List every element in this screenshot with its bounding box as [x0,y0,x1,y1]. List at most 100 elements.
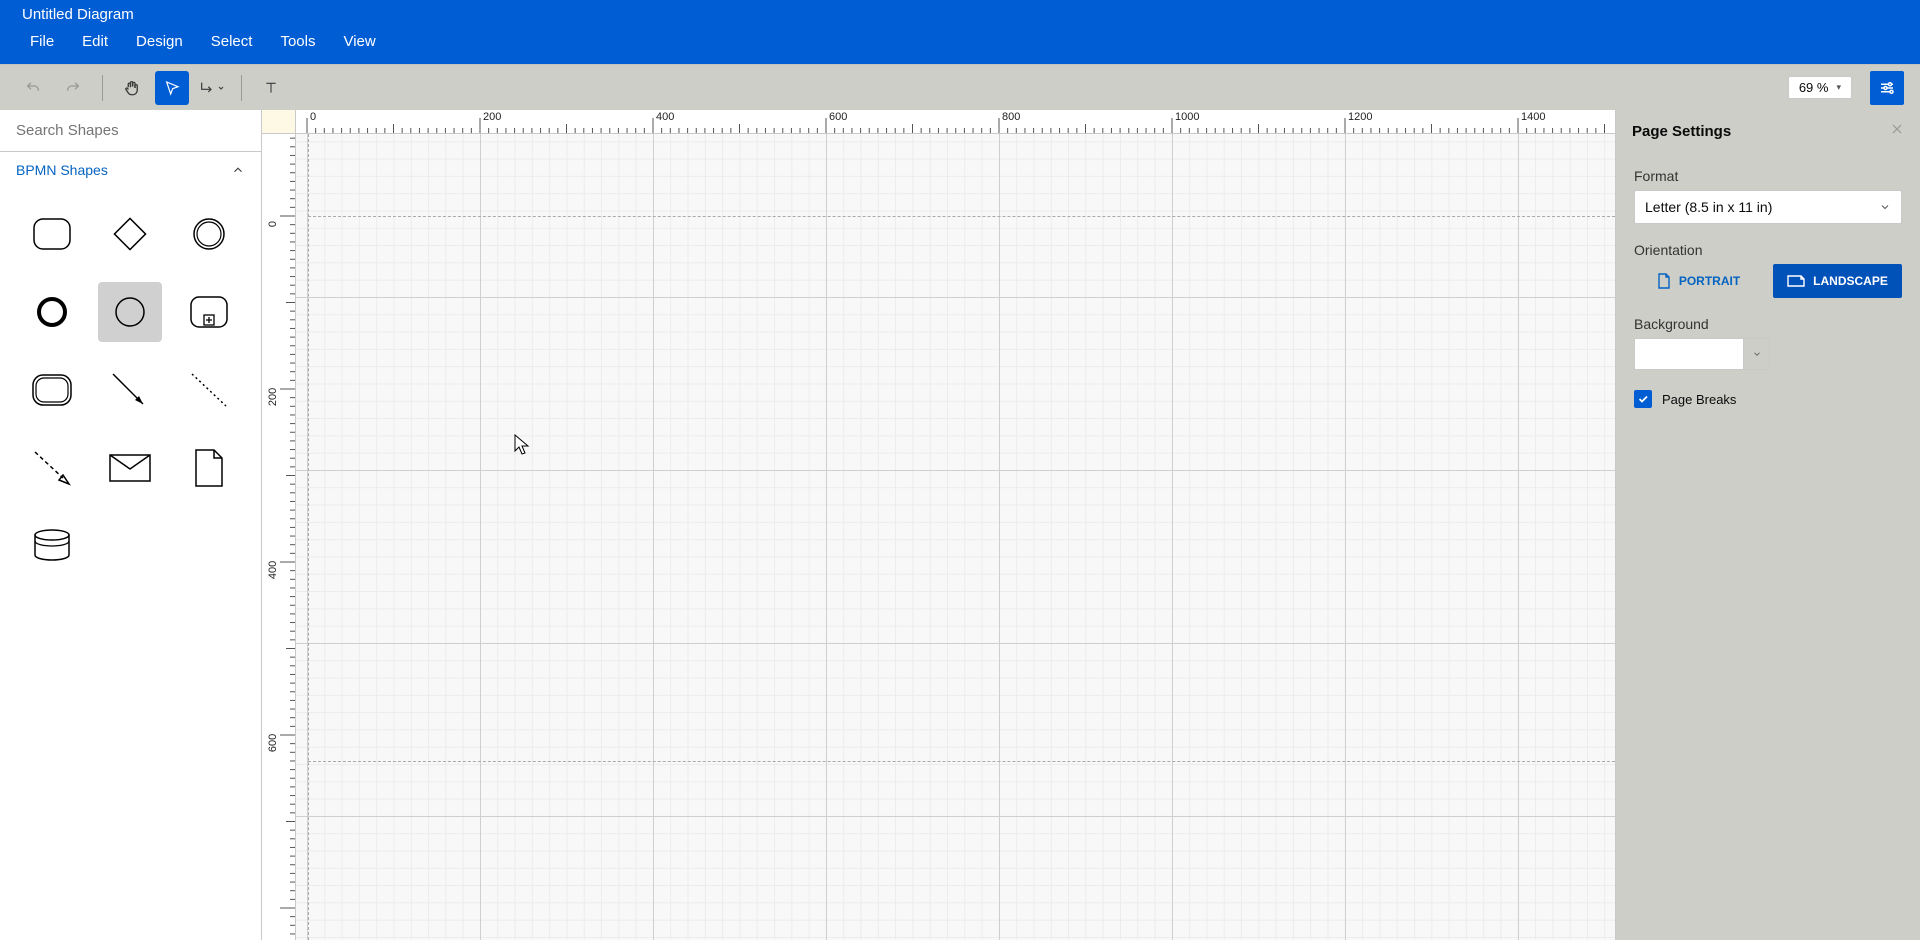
chevron-down-icon [1752,349,1762,359]
shapes-category-label: BPMN Shapes [16,162,108,178]
select-cursor-icon [164,80,180,96]
background-color-dropdown[interactable] [1744,338,1770,370]
page-settings-panel: Page Settings Format Letter (8.5 in x 11… [1616,110,1920,940]
page-break-vertical [308,134,309,940]
background-label: Background [1634,316,1902,332]
svg-text:800: 800 [1002,111,1020,123]
select-tool-button[interactable] [155,71,189,105]
pagebreaks-checkbox[interactable] [1634,390,1652,408]
shapes-sidebar: BPMN Shapes [0,110,262,940]
svg-text:200: 200 [267,388,279,406]
pagebreaks-row: Page Breaks [1634,390,1902,408]
shape-data-store[interactable] [20,516,84,576]
chevron-up-icon [231,163,245,177]
orientation-portrait-button[interactable]: PORTRAIT [1634,264,1763,298]
search-shapes-input[interactable] [0,110,261,152]
background-color-swatch[interactable] [1634,338,1744,370]
portrait-page-icon [1657,273,1671,289]
document-title[interactable]: Untitled Diagram [0,0,1920,29]
shape-gateway[interactable] [98,204,162,264]
shape-sequence-flow[interactable] [98,360,162,420]
menu-edit[interactable]: Edit [74,29,116,54]
background-section: Background [1634,316,1902,370]
undo-button[interactable] [16,71,50,105]
shape-message[interactable] [98,438,162,498]
svg-text:1000: 1000 [1175,111,1199,123]
orientation-landscape-label: LANDSCAPE [1813,274,1888,288]
page-break-horizontal [308,216,1615,217]
format-section: Format Letter (8.5 in x 11 in) [1634,168,1902,224]
undo-icon [25,80,41,96]
pan-tool-button[interactable] [115,71,149,105]
shape-end-event[interactable] [20,282,84,342]
panel-title: Page Settings [1632,123,1731,140]
header: Untitled Diagram File Edit Design Select… [0,0,1920,64]
orientation-landscape-button[interactable]: LANDSCAPE [1773,264,1902,298]
body: BPMN Shapes 0 200 400 600 800 1000 1200 1400 0 2… [0,110,1920,940]
svg-text:600: 600 [267,734,279,752]
toolbar: 69 % ▾ [0,64,1920,110]
canvas-grid [296,134,1615,940]
menu-tools[interactable]: Tools [272,29,323,54]
format-label: Format [1634,168,1902,184]
chevron-down-icon [217,84,225,92]
mouse-cursor-icon [514,434,530,456]
close-icon [1890,122,1904,136]
close-panel-button[interactable] [1890,122,1904,140]
shape-task[interactable] [20,204,84,264]
shape-data-object[interactable] [177,438,241,498]
zoom-level-value: 69 % [1799,80,1829,95]
sliders-icon [1878,79,1896,97]
shape-start-event[interactable] [98,282,162,342]
shape-intermediate-event[interactable] [177,204,241,264]
menu-select[interactable]: Select [203,29,261,54]
hand-icon [123,79,141,97]
svg-text:0: 0 [310,111,316,123]
svg-text:400: 400 [656,111,674,123]
shape-palette [0,188,261,592]
format-value: Letter (8.5 in x 11 in) [1645,199,1772,215]
panel-body: Format Letter (8.5 in x 11 in) Orientati… [1616,152,1920,424]
zoom-level-select[interactable]: 69 % ▾ [1788,76,1852,99]
landscape-page-icon [1787,274,1805,288]
connector-tool-button[interactable] [195,71,229,105]
toggle-right-panel-button[interactable] [1870,71,1904,105]
chevron-down-icon: ▾ [1836,82,1841,93]
panel-header: Page Settings [1616,110,1920,152]
redo-icon [65,80,81,96]
orientation-label: Orientation [1634,242,1902,258]
orientation-section: Orientation PORTRAIT LANDSCAPE [1634,242,1902,298]
menu-bar: File Edit Design Select Tools View [0,29,1920,64]
separator [241,75,242,101]
svg-text:0: 0 [267,221,279,227]
separator [102,75,103,101]
svg-text:600: 600 [829,111,847,123]
menu-file[interactable]: File [22,29,62,54]
text-tool-button[interactable] [254,71,288,105]
shape-subprocess[interactable] [177,282,241,342]
format-select[interactable]: Letter (8.5 in x 11 in) [1634,190,1902,224]
pagebreaks-label: Page Breaks [1662,392,1736,407]
chevron-down-icon [1879,201,1891,213]
orientation-portrait-label: PORTRAIT [1679,274,1740,288]
svg-text:1200: 1200 [1348,111,1372,123]
connector-icon [199,80,215,96]
shape-message-flow[interactable] [20,438,84,498]
page-break-horizontal [308,761,1615,762]
svg-text:400: 400 [267,561,279,579]
text-icon [263,80,279,96]
horizontal-ruler: 0 200 400 600 800 1000 1200 1400 [296,110,1615,134]
vertical-ruler: 0 200 400 600 [262,134,296,940]
canvas[interactable] [296,134,1615,940]
redo-button[interactable] [56,71,90,105]
canvas-area: 0 200 400 600 800 1000 1200 1400 0 200 400 600 [262,110,1616,940]
shapes-category-toggle[interactable]: BPMN Shapes [0,152,261,188]
menu-view[interactable]: View [335,29,383,54]
ruler-corner [262,110,296,134]
shape-association[interactable] [177,360,241,420]
shape-transaction[interactable] [20,360,84,420]
svg-text:200: 200 [483,111,501,123]
menu-design[interactable]: Design [128,29,191,54]
check-icon [1637,393,1649,405]
svg-text:1400: 1400 [1521,111,1545,123]
